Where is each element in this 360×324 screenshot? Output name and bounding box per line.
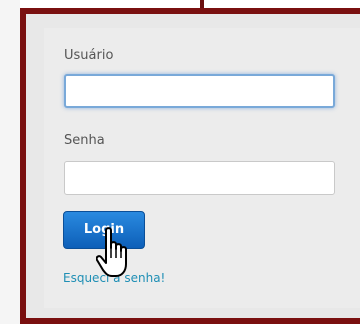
password-input[interactable]	[64, 161, 335, 195]
page-background	[0, 0, 20, 324]
hand-pointer-icon	[96, 227, 127, 277]
username-input[interactable]	[64, 74, 335, 108]
password-label: Senha	[64, 133, 105, 148]
username-label: Usuário	[64, 48, 114, 63]
screen: Usuário Senha Login Esqueci a senha!	[0, 0, 360, 324]
